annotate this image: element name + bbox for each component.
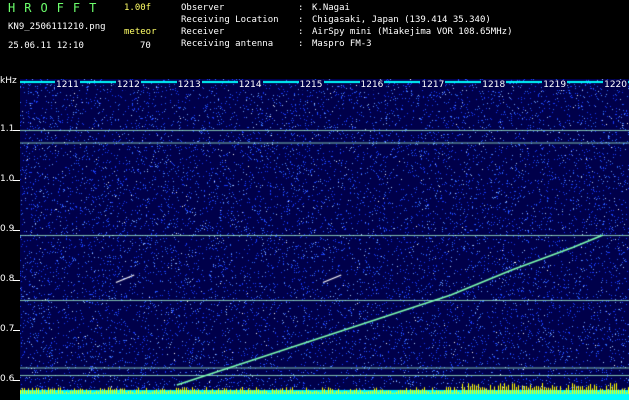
x-tick-label: 1216 bbox=[359, 80, 385, 90]
x-tick-label: 1220 bbox=[603, 80, 628, 90]
info-separator: : bbox=[298, 15, 304, 25]
info-separator: : bbox=[298, 27, 304, 37]
y-tick-label: 0.9 bbox=[0, 224, 15, 234]
x-tick-label: 1213 bbox=[176, 80, 202, 90]
info-row-observer: Observer : K.Nagai bbox=[181, 2, 512, 14]
meteor-label: meteor bbox=[124, 27, 157, 37]
observation-info: Observer : K.Nagai Receiving Location : … bbox=[181, 2, 512, 50]
info-label: Receiver bbox=[181, 27, 225, 37]
y-tick-label: 0.6 bbox=[0, 374, 15, 384]
info-label: Receiving antenna bbox=[181, 39, 274, 49]
x-tick-label: 1211 bbox=[55, 80, 80, 90]
y-tick-label: 0.7 bbox=[0, 324, 15, 334]
info-label: Observer bbox=[181, 3, 225, 13]
x-tick-label: 1214 bbox=[237, 80, 263, 90]
y-tick-mark bbox=[13, 280, 20, 281]
y-tick-mark bbox=[13, 180, 20, 181]
info-value: Maspro FM-3 bbox=[312, 39, 372, 49]
y-tick-mark bbox=[13, 230, 20, 231]
app-title: HROFFT bbox=[8, 1, 106, 15]
x-tick-label: 1215 bbox=[298, 80, 324, 90]
y-axis-unit: kHz bbox=[0, 76, 17, 86]
info-label: Receiving Location bbox=[181, 15, 279, 25]
header-panel: HROFFT 1.00f KN9_2506111210.png meteor 2… bbox=[0, 0, 629, 78]
info-row-antenna: Receiving antenna : Maspro FM-3 bbox=[181, 38, 512, 50]
x-tick-label: 1217 bbox=[420, 80, 446, 90]
y-tick-mark bbox=[13, 380, 20, 381]
x-tick-label: 1219 bbox=[542, 80, 568, 90]
version-label: 1.00f bbox=[124, 3, 152, 13]
y-tick-label: 1.1 bbox=[0, 124, 15, 134]
info-value: K.Nagai bbox=[312, 3, 350, 13]
info-separator: : bbox=[298, 3, 304, 13]
info-row-receiver: Receiver : AirSpy mini (Miakejima VOR 10… bbox=[181, 26, 512, 38]
filename-label: KN9_2506111210.png bbox=[8, 22, 106, 32]
spectrogram bbox=[20, 79, 629, 400]
meteor-count: 70 bbox=[140, 41, 151, 51]
y-tick-label: 0.8 bbox=[0, 274, 15, 284]
y-tick-label: 1.0 bbox=[0, 174, 15, 184]
info-row-location: Receiving Location : Chigasaki, Japan (1… bbox=[181, 14, 512, 26]
info-separator: : bbox=[298, 39, 304, 49]
datetime-label: 25.06.11 12:10 bbox=[8, 41, 84, 51]
y-tick-mark bbox=[13, 130, 20, 131]
x-tick-label: 1218 bbox=[481, 80, 507, 90]
info-value: Chigasaki, Japan (139.414 35.340) bbox=[312, 15, 491, 25]
y-tick-mark bbox=[13, 330, 20, 331]
info-value: AirSpy mini (Miakejima VOR 108.65MHz) bbox=[312, 27, 513, 37]
x-tick-label: 1212 bbox=[115, 80, 141, 90]
